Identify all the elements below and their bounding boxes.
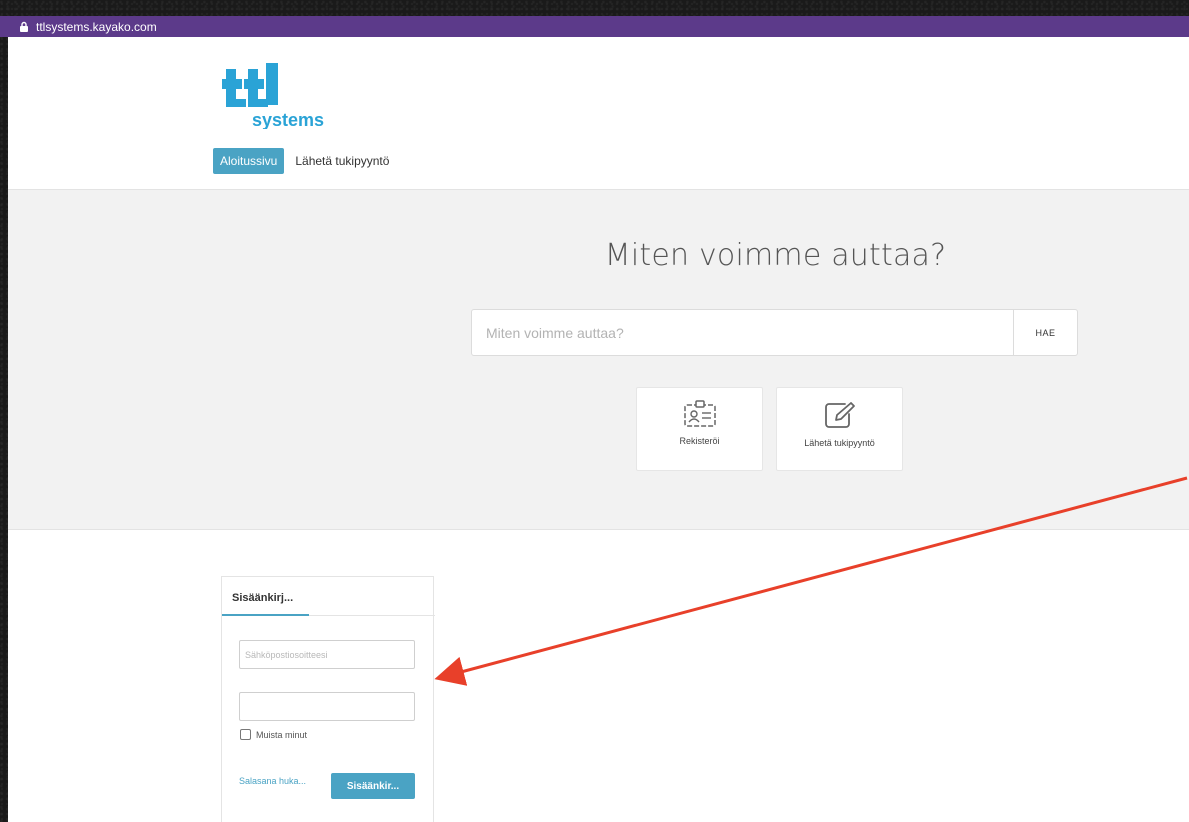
nav-submit-request-link[interactable]: Lähetä tukipyyntö bbox=[295, 154, 389, 168]
lock-icon bbox=[20, 21, 28, 32]
submit-request-card[interactable]: Lähetä tukipyyntö bbox=[776, 387, 903, 471]
forgot-password-link[interactable]: Salasana huka... bbox=[239, 776, 306, 786]
ttl-systems-logo[interactable]: systems bbox=[214, 63, 344, 129]
browser-url-bar[interactable]: ttlsystems.kayako.com bbox=[0, 16, 1189, 37]
login-panel: Sisäänkirj... Muista minut Salasana huka… bbox=[221, 576, 435, 822]
register-card[interactable]: Rekisteröi bbox=[636, 387, 763, 471]
login-tab-label: Sisäänkirj... bbox=[232, 592, 294, 604]
help-center-page: systems Aloitussivu Lähetä tukipyyntö Mi… bbox=[8, 37, 1189, 822]
remember-me-label: Muista minut bbox=[256, 729, 308, 740]
login-tab[interactable]: Sisäänkirj... bbox=[222, 577, 435, 616]
remember-me[interactable]: Muista minut bbox=[240, 729, 307, 740]
hero-section: Miten voimme auttaa? HAE Rekisteröi Lähe… bbox=[8, 189, 1189, 530]
remember-me-checkbox[interactable] bbox=[240, 729, 251, 740]
main-nav: Aloitussivu Lähetä tukipyyntö bbox=[213, 148, 389, 174]
id-card-icon bbox=[683, 400, 716, 427]
active-tab-indicator bbox=[222, 614, 309, 616]
search-box: HAE bbox=[471, 309, 1078, 356]
register-card-label: Rekisteröi bbox=[679, 436, 720, 446]
search-button[interactable]: HAE bbox=[1013, 310, 1077, 355]
nav-home-tab[interactable]: Aloitussivu bbox=[213, 148, 285, 174]
password-field[interactable] bbox=[239, 692, 415, 721]
edit-icon bbox=[824, 402, 855, 428]
logo-wordmark: systems bbox=[252, 110, 324, 129]
email-field[interactable] bbox=[239, 640, 415, 669]
submit-request-card-label: Lähetä tukipyyntö bbox=[804, 438, 875, 448]
hero-title: Miten voimme auttaa? bbox=[604, 238, 947, 273]
url-text: ttlsystems.kayako.com bbox=[36, 19, 157, 34]
login-button[interactable]: Sisäänkir... bbox=[331, 773, 415, 799]
search-input[interactable] bbox=[472, 310, 1013, 355]
